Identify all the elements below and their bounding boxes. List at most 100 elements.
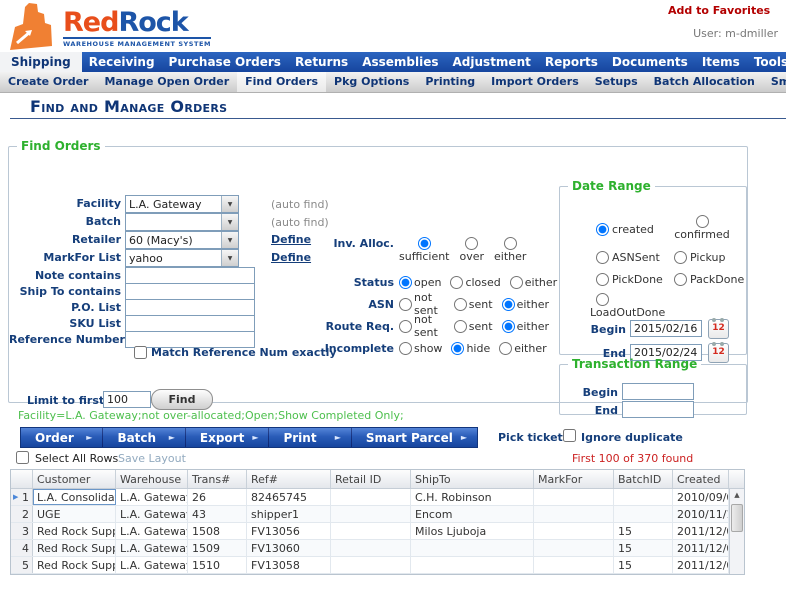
table-row[interactable]: 4Red Rock SuppL.A. Gateway1509FV13060152… — [11, 540, 744, 557]
table-row[interactable]: 5Red Rock SuppL.A. Gateway1510FV13058152… — [11, 557, 744, 574]
dropdown-arrow-icon[interactable]: ▼ — [221, 214, 238, 230]
markfor-list-define-link[interactable]: Define — [271, 251, 311, 264]
nav-tab-returns[interactable]: Returns — [288, 52, 355, 72]
date-option-asnsent[interactable]: ASNSent — [596, 251, 660, 264]
scrollbar-up-icon[interactable]: ▲ — [730, 489, 744, 502]
ship-to-contains-input[interactable] — [125, 283, 255, 300]
trans-end-input[interactable] — [622, 401, 694, 418]
radio-option-sent[interactable]: sent — [454, 320, 493, 333]
subnav-item-printing[interactable]: Printing — [417, 72, 483, 92]
smart-parcel-menu-button[interactable]: Smart Parcel► — [352, 428, 477, 447]
subnav-item-create-order[interactable]: Create Order — [0, 72, 96, 92]
asn-sent-radio[interactable] — [454, 298, 467, 311]
note-contains-input[interactable] — [125, 267, 255, 284]
asn-either-radio[interactable] — [502, 298, 515, 311]
radio-option-hide[interactable]: hide — [451, 342, 490, 355]
nav-tab-purchase-orders[interactable]: Purchase Orders — [162, 52, 288, 72]
radio-option-not-sent[interactable]: not sent — [399, 313, 445, 339]
radio-option-sent[interactable]: sent — [454, 298, 493, 311]
calendar-icon[interactable]: 12 — [708, 319, 729, 339]
col-header-customer[interactable]: Customer — [33, 470, 116, 488]
pickup-radio[interactable] — [674, 251, 687, 264]
inv-alloc-sufficient-radio[interactable] — [418, 237, 431, 250]
pickdone-radio[interactable] — [596, 273, 609, 286]
table-row[interactable]: 3Red Rock SuppL.A. Gateway1508FV13056Mil… — [11, 523, 744, 540]
select-all-checkbox[interactable] — [16, 451, 29, 464]
subnav-item-smart-pack[interactable]: Smart Pack — [763, 72, 786, 92]
facility-select[interactable]: L.A. Gateway▼ — [125, 195, 239, 213]
date-option-confirmed[interactable]: confirmed — [664, 215, 740, 241]
status-either-radio[interactable] — [510, 276, 523, 289]
col-header-retail-id[interactable]: Retail ID — [331, 470, 411, 488]
trans-begin-input[interactable] — [622, 383, 694, 400]
date-begin-input[interactable] — [630, 320, 702, 337]
route-req-either-radio[interactable] — [502, 320, 515, 333]
markfor-list-select[interactable]: yahoo▼ — [125, 249, 239, 267]
nav-tab-tools[interactable]: Tools — [747, 52, 786, 72]
nav-tab-items[interactable]: Items — [695, 52, 747, 72]
ignore-duplicate-checkbox[interactable] — [563, 429, 576, 442]
radio-option-either[interactable]: either — [502, 320, 549, 333]
order-menu-button[interactable]: Order► — [21, 428, 103, 447]
incomplete-hide-radio[interactable] — [451, 342, 464, 355]
table-row[interactable]: 2UGEL.A. Gateway43shipper1Encom2010/11/1… — [11, 506, 744, 523]
add-to-favorites-link[interactable]: Add to Favorites — [668, 4, 770, 17]
radio-option-show[interactable]: show — [399, 342, 442, 355]
col-header-created[interactable]: Created — [673, 470, 729, 488]
date-option-packdone[interactable]: PackDone — [674, 273, 744, 286]
radio-option-sufficient[interactable]: sufficient — [399, 237, 450, 263]
col-header-shipto[interactable]: ShipTo — [411, 470, 534, 488]
subnav-item-import-orders[interactable]: Import Orders — [483, 72, 587, 92]
radio-option-either[interactable]: either — [510, 276, 557, 289]
packdone-radio[interactable] — [674, 273, 687, 286]
subnav-item-batch-allocation[interactable]: Batch Allocation — [646, 72, 763, 92]
route-req-sent-radio[interactable] — [454, 320, 467, 333]
nav-tab-reports[interactable]: Reports — [538, 52, 605, 72]
scrollbar-thumb[interactable] — [731, 504, 743, 532]
asnsent-radio[interactable] — [596, 251, 609, 264]
nav-tab-adjustment[interactable]: Adjustment — [446, 52, 538, 72]
col-header-ref[interactable]: Ref# — [247, 470, 331, 488]
table-row[interactable]: ▶1L.A. ConsolidatL.A. Gateway2682465745C… — [11, 489, 744, 506]
date-option-pickdone[interactable]: PickDone — [596, 273, 663, 286]
dropdown-arrow-icon[interactable]: ▼ — [221, 250, 238, 266]
limit-input[interactable] — [103, 391, 151, 408]
status-closed-radio[interactable] — [450, 276, 463, 289]
col-header-rownum[interactable] — [11, 470, 33, 488]
save-layout-link[interactable]: Save Layout — [118, 452, 186, 465]
col-header-markfor[interactable]: MarkFor — [534, 470, 614, 488]
radio-option-either[interactable]: either — [502, 298, 549, 311]
subnav-item-setups[interactable]: Setups — [587, 72, 646, 92]
radio-option-either[interactable]: either — [494, 237, 526, 263]
created-radio[interactable] — [596, 223, 609, 236]
dropdown-arrow-icon[interactable]: ▼ — [221, 196, 238, 212]
retailer-define-link[interactable]: Define — [271, 233, 311, 246]
nav-tab-receiving[interactable]: Receiving — [82, 52, 162, 72]
subnav-item-find-orders[interactable]: Find Orders — [237, 72, 326, 92]
radio-option-closed[interactable]: closed — [450, 276, 500, 289]
incomplete-either-radio[interactable] — [499, 342, 512, 355]
nav-tab-documents[interactable]: Documents — [605, 52, 695, 72]
status-open-radio[interactable] — [399, 276, 412, 289]
find-button[interactable]: Find — [151, 389, 213, 410]
dropdown-arrow-icon[interactable]: ▼ — [221, 232, 238, 248]
col-header-trans[interactable]: Trans# — [188, 470, 247, 488]
inv-alloc-either-radio[interactable] — [504, 237, 517, 250]
p-o-list-input[interactable] — [125, 299, 255, 316]
print-menu-button[interactable]: Print► — [269, 428, 351, 447]
nav-tab-assemblies[interactable]: Assemblies — [355, 52, 445, 72]
date-option-created[interactable]: created — [596, 223, 654, 236]
confirmed-radio[interactable] — [696, 215, 709, 228]
radio-option-open[interactable]: open — [399, 276, 441, 289]
asn-not-sent-radio[interactable] — [399, 298, 412, 311]
retailer-select[interactable]: 60 (Macy's)▼ — [125, 231, 239, 249]
export-menu-button[interactable]: Export► — [186, 428, 270, 447]
batch-menu-button[interactable]: Batch► — [103, 428, 185, 447]
radio-option-either[interactable]: either — [499, 342, 546, 355]
sku-list-input[interactable] — [125, 315, 255, 332]
date-option-loadoutdone[interactable]: LoadOutDone — [590, 293, 665, 319]
col-header-batchid[interactable]: BatchID — [614, 470, 673, 488]
subnav-item-pkg-options[interactable]: Pkg Options — [326, 72, 417, 92]
route-req-not-sent-radio[interactable] — [399, 320, 412, 333]
inv-alloc-over-radio[interactable] — [465, 237, 478, 250]
